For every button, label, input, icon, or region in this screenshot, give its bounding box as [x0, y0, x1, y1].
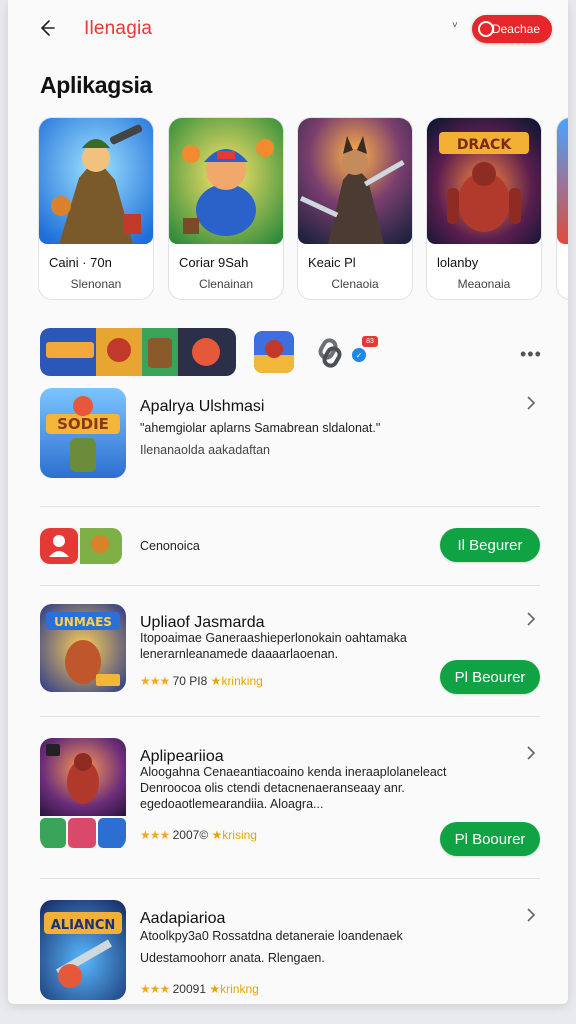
app-description-line: Itopoaimae Ganeraashieperlonokain oahtam…	[140, 631, 407, 645]
header-action-label: Deachae	[491, 22, 540, 36]
chevron-right-icon[interactable]	[524, 612, 538, 626]
app-subtext: Cenonoica	[140, 539, 200, 553]
hero-art	[169, 118, 283, 244]
featured-card-title: Caini · 70n	[49, 255, 112, 270]
featured-card-subtitle: Meaonaia	[457, 277, 511, 291]
featured-card-title: Coriar 9Sah	[179, 255, 249, 270]
partial-art	[557, 118, 568, 244]
divider	[40, 506, 540, 507]
ranking-tag: krinkng	[220, 982, 259, 996]
rating-row: ★★★ 20091 ★krinkng	[140, 982, 259, 996]
divider	[40, 585, 540, 586]
ranking-star-icon: ★	[209, 982, 221, 996]
header-action-button[interactable]: Deachae	[472, 15, 552, 43]
more-options-icon[interactable]: •••	[520, 344, 542, 365]
svg-text:SODIE: SODIE	[57, 415, 109, 433]
svg-text:DRACK: DRACK	[457, 137, 513, 153]
install-button[interactable]: Pl Boourer	[440, 822, 540, 856]
chevron-right-icon[interactable]	[524, 746, 538, 760]
list-item[interactable]: ALIANCN Aadapiarioa Atoolkpy3a0 Rossatdn…	[40, 900, 540, 1004]
divider	[40, 716, 540, 717]
app-description-line: Udestamoohorr anata. Rlengaen.	[140, 951, 325, 965]
rating-meta: 2007©	[172, 828, 209, 842]
rating-row: ★★★ 2007© ★krising	[140, 828, 257, 842]
rating-row: ★★★ 70 PI8 ★krinking	[140, 674, 263, 688]
app-screen: Ilenagia ˅ Deachae Aplikagsia Caini · 70…	[8, 0, 568, 1004]
game-mini[interactable]	[254, 331, 294, 373]
featured-card-subtitle: Slenonan	[70, 277, 122, 291]
app-title: Apalrya Ulshmasi	[140, 398, 265, 415]
app-description-line: "ahemgiolar aplarns Samabrean sldalonat.…	[140, 421, 381, 435]
app-description-line: Atoolkpy3a0 Rossatdna detaneraie loanden…	[140, 929, 403, 943]
divider	[40, 878, 540, 879]
rating-meta: 70 PI8	[172, 674, 208, 688]
featured-card[interactable]: DRACK lolanby Meaonaia	[426, 117, 542, 300]
app-description-line: Denroocoa olis ctendi detacnenaeranseaay…	[140, 781, 405, 795]
ranking-tag: krinking	[221, 674, 263, 688]
featured-card-subtitle: Clenainan	[198, 277, 254, 291]
star-rating-icon: ★★★	[140, 674, 170, 688]
robot-art: DRACK	[427, 118, 541, 244]
back-arrow-icon[interactable]	[34, 16, 58, 40]
app-icon: UNMAES	[40, 604, 126, 692]
featured-card-title: lolanby	[437, 255, 479, 270]
chevron-right-icon[interactable]	[524, 396, 538, 410]
featured-carousel[interactable]: Caini · 70n Slenonan Coriar 9Sah Clenain…	[38, 117, 568, 302]
messenger-icon: ✓	[352, 348, 366, 362]
svg-text:ALIANCN: ALIANCN	[51, 918, 116, 933]
warrior-art	[39, 118, 153, 244]
featured-card-peek[interactable]	[556, 117, 568, 300]
game-strip[interactable]	[40, 328, 236, 376]
ranking-star-icon: ★	[211, 828, 223, 842]
app-icon: SODIE	[40, 388, 126, 478]
chain-link-icon[interactable]	[314, 336, 346, 368]
star-rating-icon: ★★★	[140, 982, 170, 996]
app-brand-title: Ilenagia	[84, 18, 153, 39]
featured-card-title: Keaic Pl	[308, 255, 356, 270]
page-title: Aplikagsia	[40, 72, 153, 98]
list-item[interactable]: SODIE Apalrya Ulshmasi "ahemgiolar aplar…	[40, 388, 540, 488]
svg-text:UNMAES: UNMAES	[54, 615, 112, 629]
list-item[interactable]: Aplipeariioa Aloogahna Cenaeantiacoaino …	[40, 738, 540, 858]
app-description-line: egedoaotlemearandiia. Aloagra...	[140, 797, 324, 811]
rating-meta: 20091	[172, 982, 206, 996]
notification-badge: 83	[362, 336, 378, 347]
top-bar: Ilenagia ˅ Deachae	[8, 0, 568, 58]
featured-card[interactable]: Coriar 9Sah Clenainan	[168, 117, 284, 300]
featured-card[interactable]: Keaic Pl Clenaoia	[297, 117, 413, 300]
fighter-art	[298, 118, 412, 244]
install-button[interactable]: Pl Beourer	[440, 660, 540, 694]
list-item[interactable]: UNMAES Upliaof Jasmarda Itopoaimae Ganer…	[40, 604, 540, 700]
app-icon	[40, 738, 126, 850]
app-description-line: Aloogahna Cenaeantiacoaino kenda ineraap…	[140, 765, 447, 779]
record-icon	[478, 21, 494, 37]
app-icon: ALIANCN	[40, 900, 126, 1000]
ranking-tag: krising	[222, 828, 257, 842]
ranking-star-icon: ★	[210, 674, 222, 688]
chevron-down-icon[interactable]: ˅	[452, 20, 458, 31]
install-button[interactable]: Il Begurer	[440, 528, 540, 562]
app-title: Aadapiarioa	[140, 910, 226, 927]
star-rating-icon: ★★★	[140, 828, 170, 842]
featured-card[interactable]: Caini · 70n Slenonan	[38, 117, 154, 300]
list-item[interactable]: Cenonoica Il Begurer	[40, 526, 540, 566]
featured-card-subtitle: Clenaoia	[331, 277, 379, 291]
chevron-right-icon[interactable]	[524, 908, 538, 922]
app-icon	[40, 528, 122, 564]
app-subtext: Ilenanaolda aakadaftan	[140, 443, 270, 457]
app-description-line: lenerarnleanamede daaaarlaoenan.	[140, 647, 339, 661]
